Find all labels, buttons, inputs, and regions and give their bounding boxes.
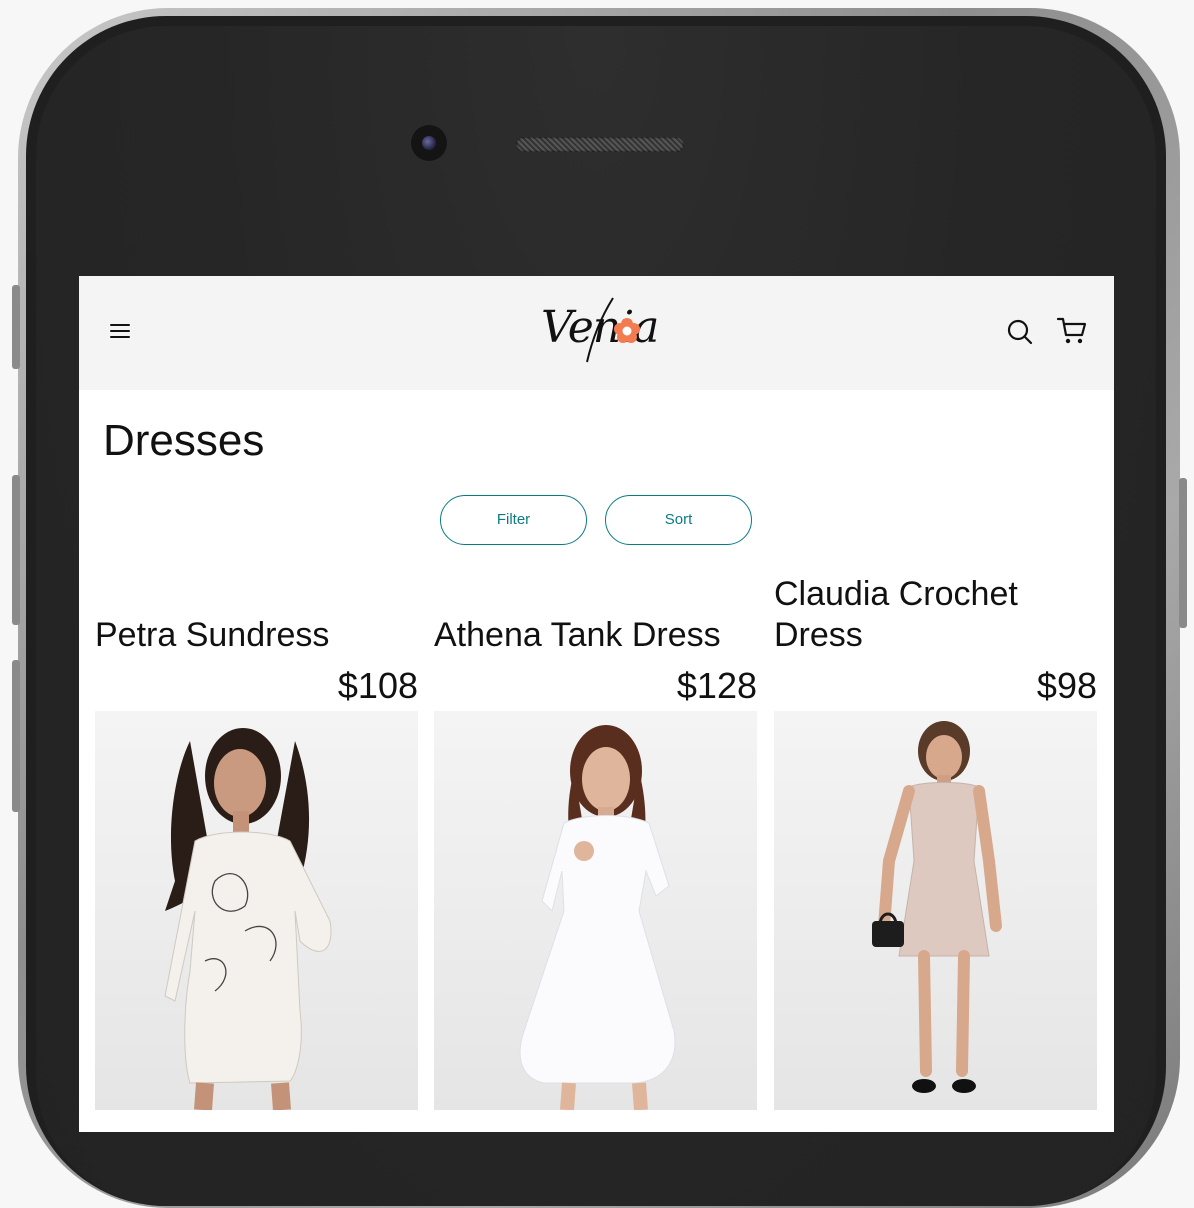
logo-flourish-icon <box>586 297 614 363</box>
product-name[interactable]: Petra Sundress <box>95 615 418 656</box>
model-illustration <box>872 721 1002 1093</box>
product-name[interactable]: Claudia Crochet Dress <box>774 574 1097 656</box>
phone-power-button <box>1179 478 1187 628</box>
product-card[interactable]: Petra Sundress $108 <box>95 568 418 1112</box>
product-image[interactable] <box>774 711 1097 1110</box>
app-screen: Venia Dresses Filter Sort Petra Sundress… <box>79 276 1114 1132</box>
product-price: $108 <box>337 665 418 706</box>
product-name[interactable]: Athena Tank Dress <box>434 615 757 656</box>
front-camera <box>411 125 447 161</box>
venia-logo[interactable]: Venia <box>537 292 659 372</box>
filter-button[interactable]: Filter <box>440 495 587 545</box>
sort-button[interactable]: Sort <box>605 495 752 545</box>
product-image[interactable] <box>95 711 418 1110</box>
page-title: Dresses <box>103 416 265 465</box>
product-image[interactable] <box>434 711 757 1110</box>
model-illustration <box>519 725 676 1110</box>
product-price: $128 <box>676 665 757 706</box>
cart-icon[interactable] <box>1056 316 1088 346</box>
earpiece-speaker <box>516 137 684 152</box>
phone-volume-up-button <box>12 475 20 625</box>
product-price: $98 <box>1036 665 1097 706</box>
product-card[interactable]: Claudia Crochet Dress $98 <box>774 568 1097 1112</box>
phone-side-button <box>12 285 20 369</box>
app-header: Venia <box>79 276 1114 390</box>
menu-icon[interactable] <box>108 321 132 341</box>
model-illustration <box>164 728 332 1110</box>
search-icon[interactable] <box>1006 318 1034 346</box>
product-card[interactable]: Athena Tank Dress $128 <box>434 568 757 1112</box>
phone-volume-down-button <box>12 660 20 812</box>
